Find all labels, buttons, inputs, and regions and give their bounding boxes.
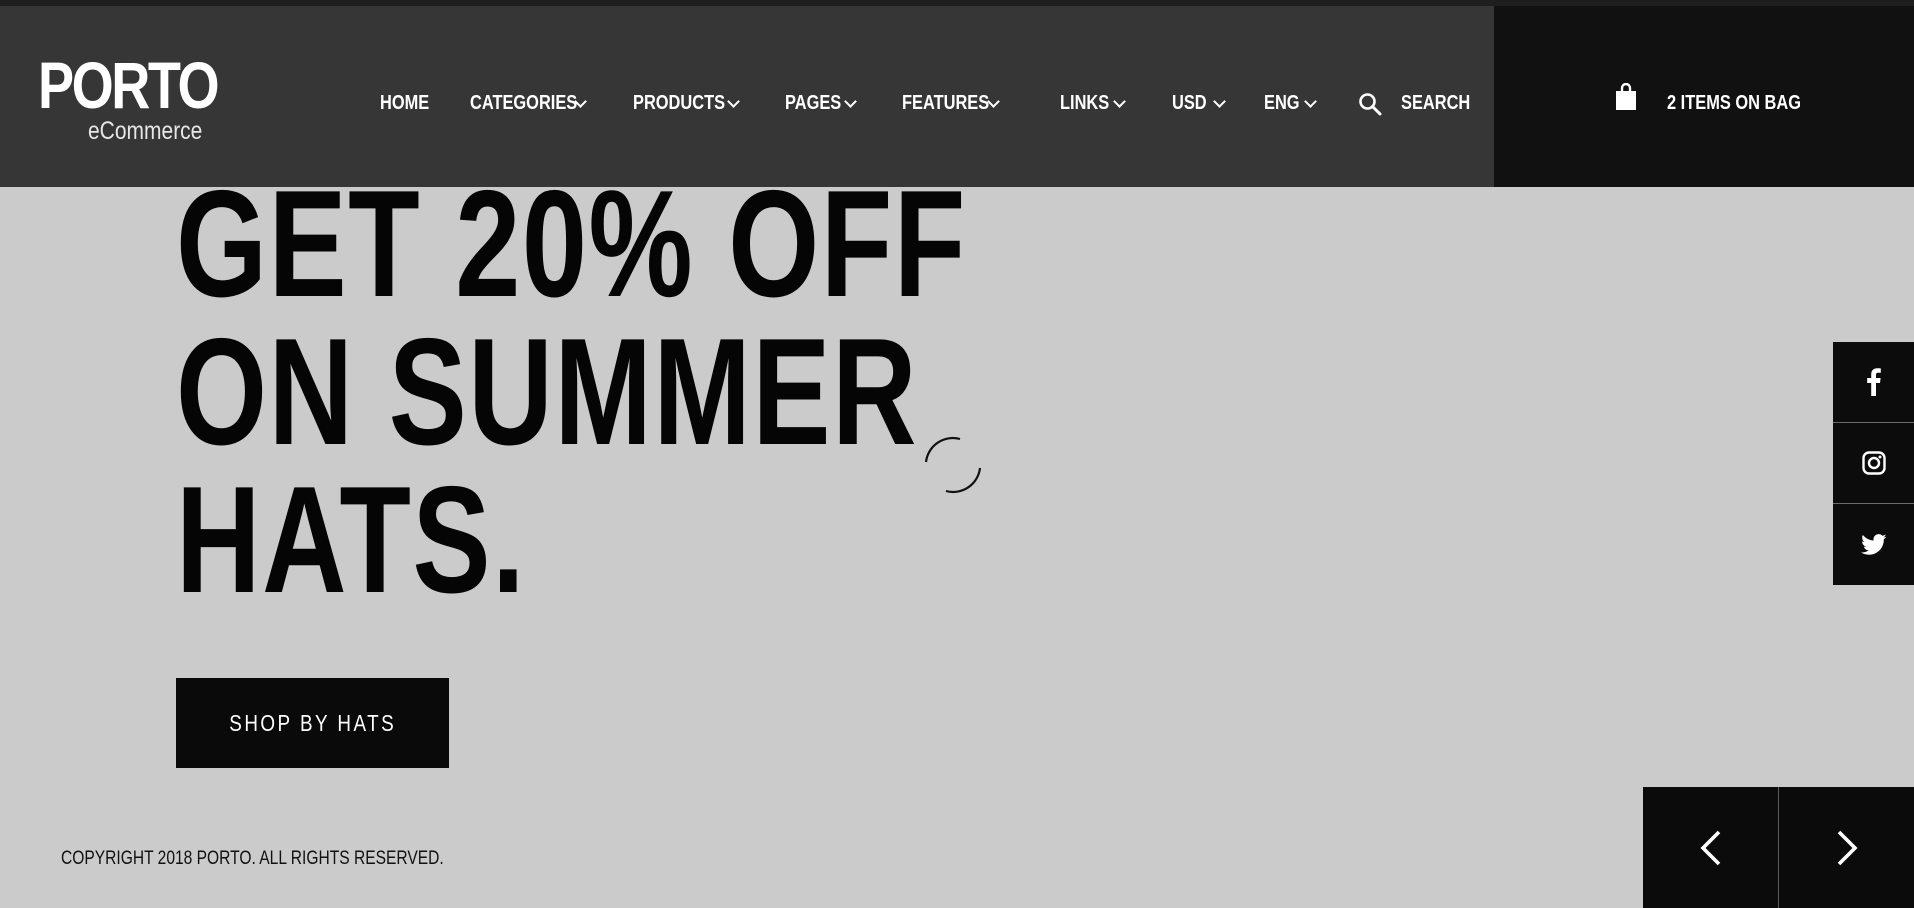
instagram-link[interactable] <box>1833 423 1914 504</box>
chevron-down-icon <box>844 95 857 108</box>
nav-item-label: PAGES <box>785 92 842 114</box>
search-label: SEARCH <box>1401 92 1471 114</box>
chevron-right-icon <box>1837 830 1858 865</box>
chevron-down-icon <box>1213 95 1226 108</box>
shopping-bag-icon <box>1616 83 1636 110</box>
nav-item-pages[interactable]: PAGES <box>785 88 857 118</box>
language-selector[interactable]: ENG <box>1264 88 1317 118</box>
twitter-icon <box>1860 533 1886 555</box>
chevron-down-icon <box>1113 95 1126 108</box>
instagram-icon <box>1861 451 1886 475</box>
nav-item-links[interactable]: LINKS <box>1060 88 1126 118</box>
nav-item-label: ENG <box>1264 92 1300 114</box>
slider-controls <box>1643 787 1914 908</box>
chevron-down-icon <box>1304 95 1317 108</box>
nav-item-home[interactable]: HOME <box>380 88 440 118</box>
facebook-icon <box>1866 368 1881 396</box>
cart-button[interactable]: 2 ITEMS ON BAG <box>1494 6 1914 187</box>
nav-item-label: HOME <box>380 92 430 114</box>
nav-item-products[interactable]: PRODUCTS <box>633 88 745 118</box>
chevron-down-icon <box>727 95 740 108</box>
search-icon[interactable] <box>1358 92 1382 116</box>
nav-item-label: LINKS <box>1060 92 1110 114</box>
hero-line: ON SUMMER <box>176 307 919 477</box>
twitter-link[interactable] <box>1833 504 1914 585</box>
slider-prev-button[interactable] <box>1643 787 1778 908</box>
nav-item-features[interactable]: FEATURES <box>902 88 1008 118</box>
cart-label: 2 ITEMS ON BAG <box>1667 92 1801 114</box>
hero-line: GET 20% OFF <box>176 159 967 329</box>
shop-by-hats-button[interactable]: SHOP BY HATS <box>176 678 449 768</box>
nav-item-label: FEATURES <box>902 92 990 114</box>
search-button[interactable]: SEARCH <box>1401 88 1485 118</box>
social-links <box>1833 342 1914 585</box>
currency-selector[interactable]: USD <box>1172 88 1226 118</box>
nav-item-label: PRODUCTS <box>633 92 726 114</box>
nav-item-label: USD <box>1172 92 1207 114</box>
chevron-left-icon <box>1699 830 1720 865</box>
copyright-text: COPYRIGHT 2018 PORTO. ALL RIGHTS RESERVE… <box>61 848 444 869</box>
hero-line: HATS. <box>176 455 527 625</box>
nav-item-label: CATEGORIES <box>470 92 578 114</box>
nav-item-categories[interactable]: CATEGORIES <box>470 88 601 118</box>
slider-next-button[interactable] <box>1778 787 1914 908</box>
loading-spinner-icon <box>924 436 982 494</box>
shop-button-label: SHOP BY HATS <box>229 709 396 736</box>
facebook-link[interactable] <box>1833 342 1914 423</box>
hero-headline: GET 20% OFF ON SUMMER HATS. <box>176 159 967 625</box>
